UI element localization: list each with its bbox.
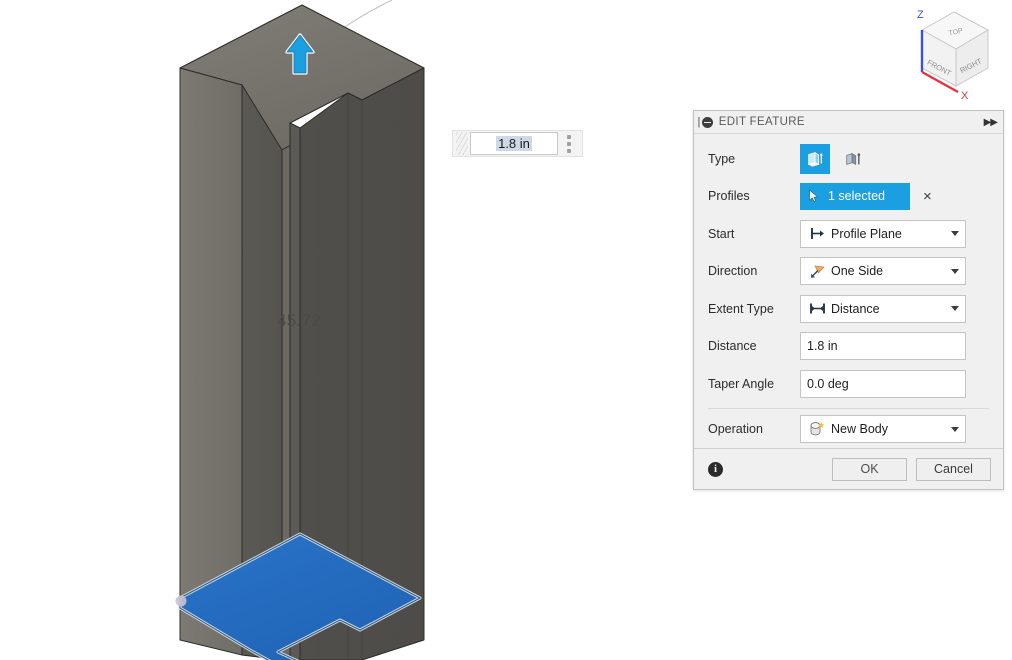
row-extent-type: Extent Type Distance [694,290,1003,328]
expand-arrows-icon[interactable]: ▶▶ [984,117,998,128]
start-value: Profile Plane [831,226,902,241]
taper-angle-value: 0.0 deg [807,376,849,391]
distance-label: Distance [708,339,757,354]
profiles-select-button[interactable]: 1 selected [800,182,910,210]
inline-distance-editor[interactable]: 1.8 in [452,130,583,157]
start-label: Start [708,226,735,241]
ok-button[interactable]: OK [832,457,907,481]
info-icon[interactable]: i [708,461,723,477]
type-label: Type [708,151,736,166]
dialog-button-group: OK Cancel [832,457,991,481]
profile-plane-icon [807,226,827,241]
model-left-face[interactable] [179,67,243,656]
one-side-arrow-icon [807,264,827,279]
clear-selection-icon[interactable]: × [923,189,932,204]
edit-feature-dialog[interactable]: || EDIT FEATURE ▶▶ Type Profiles 1 selec… [693,110,1004,490]
collapse-icon[interactable] [701,116,713,128]
operation-value: New Body [831,422,888,437]
chevron-down-icon[interactable] [951,306,959,312]
direction-value: One Side [831,264,884,279]
row-profiles: Profiles 1 selected × [694,178,1003,216]
distance-input[interactable]: 1.8 in [800,332,966,361]
direction-dropdown[interactable]: One Side [800,257,966,286]
dialog-footer: i OK Cancel [694,448,1003,489]
operation-label: Operation [708,422,763,437]
view-cube[interactable]: TOP FRONT RIGHT Z X [892,2,1000,102]
select-cursor-icon [808,189,821,203]
chevron-down-icon[interactable] [951,268,959,274]
profiles-select-label: 1 selected [828,189,885,204]
new-body-icon [807,421,827,437]
drag-grip-icon[interactable] [456,132,468,155]
viewcube-axis-z-label: Z [917,9,924,21]
thin-extrude-icon[interactable] [838,144,868,174]
sketch-endpoint[interactable] [175,595,187,607]
taper-angle-input[interactable]: 0.0 deg [800,369,966,398]
cad-application-window: 45.72 1.8 in TOP FRONT RIGHT Z X || EDIT… [0,0,1012,660]
extent-type-dropdown[interactable]: Distance [800,294,966,323]
extent-type-value: Distance [831,301,880,316]
row-type: Type [694,140,1003,178]
inline-distance-input[interactable]: 1.8 in [470,132,558,155]
solid-extrude-icon[interactable] [800,143,830,174]
extent-type-label: Extent Type [708,301,774,316]
chevron-down-icon[interactable] [951,426,959,432]
direction-label: Direction [708,264,758,279]
dialog-title: EDIT FEATURE [718,116,805,128]
cancel-button[interactable]: Cancel [916,457,991,481]
more-options-icon[interactable] [558,132,580,155]
section-divider [708,407,989,409]
start-dropdown[interactable]: Profile Plane [800,219,966,248]
taper-angle-label: Taper Angle [708,376,775,391]
distance-value: 1.8 in [807,339,838,354]
profiles-label: Profiles [708,189,750,204]
inline-distance-value: 1.8 in [496,136,532,151]
dialog-grip-icon[interactable]: || [697,116,700,128]
viewcube-axis-x-label: X [961,90,969,102]
row-start: Start Profile Plane [694,215,1003,253]
row-direction: Direction One Side [694,253,1003,291]
dialog-header[interactable]: || EDIT FEATURE ▶▶ [694,111,1003,134]
operation-dropdown[interactable]: New Body [800,415,966,444]
row-distance: Distance 1.8 in [694,328,1003,366]
distance-arrows-icon [807,301,827,316]
row-operation: Operation New Body [694,411,1003,449]
chevron-down-icon[interactable] [951,231,959,237]
row-taper-angle: Taper Angle 0.0 deg [694,365,1003,403]
dialog-body: Type Profiles 1 selected × Start Profile… [694,134,1003,448]
